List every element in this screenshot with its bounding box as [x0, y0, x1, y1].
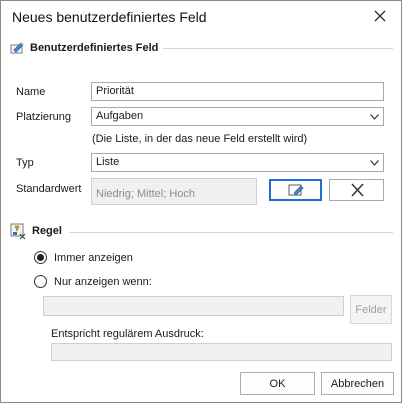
radio-button[interactable] — [34, 251, 47, 264]
section-header-rule: Regel — [9, 222, 62, 240]
name-label: Name — [16, 86, 46, 98]
type-value: Liste — [96, 156, 120, 168]
title-bar: Neues benutzerdefiniertes Feld — [1, 1, 401, 33]
section-title-rule: Regel — [32, 225, 62, 237]
radio-dot — [37, 254, 44, 261]
section-title-field: Benutzerdefiniertes Feld — [30, 42, 159, 54]
clear-x-icon — [350, 183, 364, 197]
clear-button[interactable] — [329, 179, 384, 201]
radio-conditional-label: Nur anzeigen wenn: — [54, 275, 152, 288]
placement-select[interactable]: Aufgaben — [91, 107, 384, 126]
type-label: Typ — [16, 157, 34, 169]
regex-label: Entspricht regulärem Ausdruck: — [51, 328, 204, 340]
close-icon — [374, 10, 386, 22]
custom-field-icon — [10, 42, 24, 54]
dropdown-arrow-icon[interactable] — [366, 108, 383, 125]
placement-label: Platzierung — [16, 111, 72, 123]
section-header-field: Benutzerdefiniertes Feld — [9, 39, 158, 57]
radio-always-show[interactable]: Immer anzeigen — [34, 251, 133, 264]
radio-always-label: Immer anzeigen — [54, 251, 133, 264]
window-title: Neues benutzerdefiniertes Feld — [12, 9, 207, 25]
rule-icon — [10, 223, 26, 240]
ok-button[interactable]: OK — [240, 372, 315, 395]
placement-value: Aufgaben — [96, 110, 144, 122]
placement-hint: (Die Liste, in der das neue Feld erstell… — [92, 133, 308, 145]
edit-list-icon — [288, 184, 304, 196]
default-value-field: Niedrig; Mittel; Hoch — [91, 178, 257, 205]
edit-list-button[interactable] — [269, 179, 322, 201]
default-label: Standardwert — [16, 183, 82, 195]
name-input[interactable]: Priorität — [91, 82, 384, 101]
type-select[interactable]: Liste — [91, 153, 384, 172]
radio-button[interactable] — [34, 275, 47, 288]
cancel-button[interactable]: Abbrechen — [321, 372, 394, 395]
dialog-window: Neues benutzerdefiniertes Feld Benutzerd… — [0, 0, 402, 403]
condition-input — [43, 296, 344, 316]
dropdown-arrow-icon[interactable] — [366, 154, 383, 171]
section-divider — [163, 48, 393, 49]
fields-button: Felder — [350, 295, 392, 324]
regex-input — [51, 343, 392, 361]
section-divider — [69, 232, 393, 233]
close-button[interactable] — [367, 5, 393, 27]
radio-show-only-if[interactable]: Nur anzeigen wenn: — [34, 275, 152, 288]
